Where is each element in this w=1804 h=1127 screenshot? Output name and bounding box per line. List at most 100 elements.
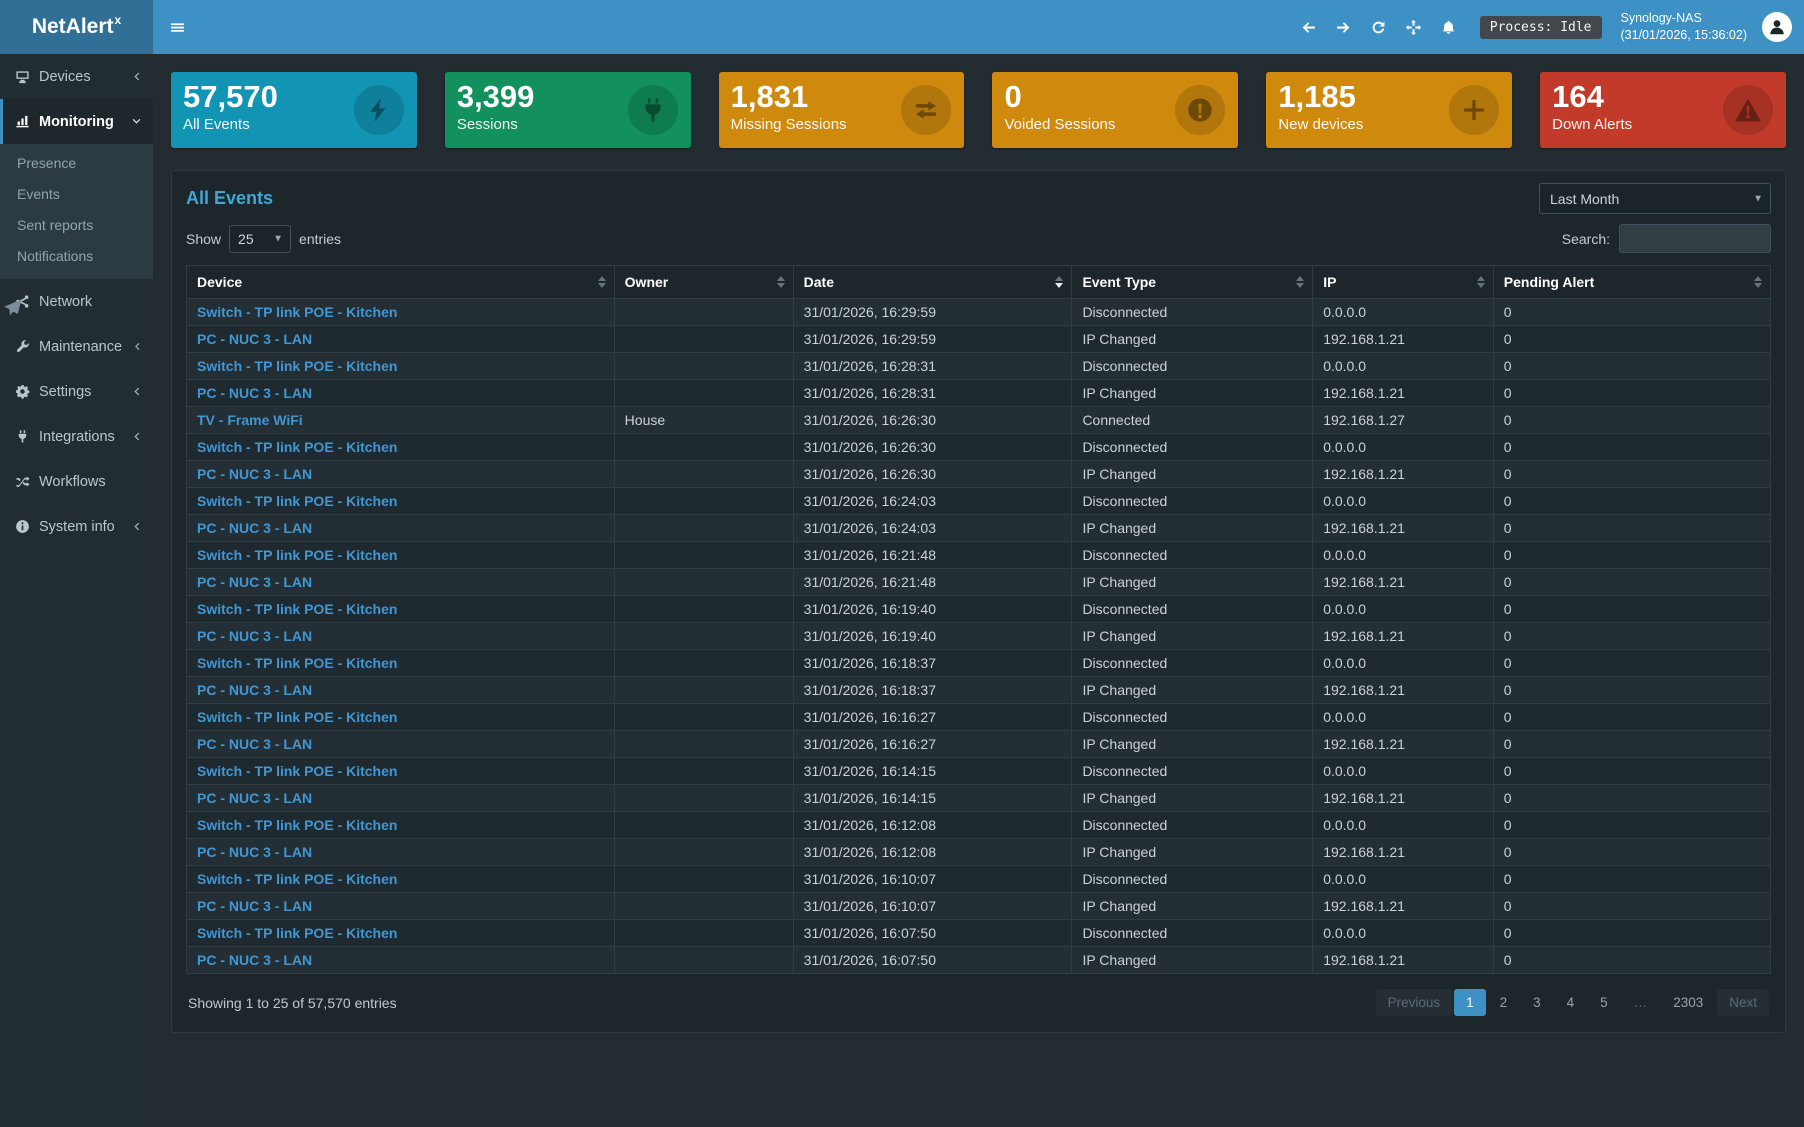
device-link[interactable]: PC - NUC 3 - LAN: [197, 628, 312, 644]
device-link[interactable]: Switch - TP link POE - Kitchen: [197, 304, 397, 320]
stat-card-missing-sessions[interactable]: 1,831Missing Sessions: [719, 72, 965, 148]
device-link[interactable]: PC - NUC 3 - LAN: [197, 844, 312, 860]
events-table: DeviceOwnerDateEvent TypeIPPending Alert…: [186, 265, 1771, 974]
device-link[interactable]: Switch - TP link POE - Kitchen: [197, 817, 397, 833]
cell-ip: 0.0.0.0: [1313, 866, 1494, 893]
sidebar-item-maintenance[interactable]: Maintenance: [0, 324, 153, 369]
cell-device: PC - NUC 3 - LAN: [187, 380, 615, 407]
user-avatar[interactable]: [1762, 12, 1792, 42]
submenu-item-presence[interactable]: Presence: [0, 147, 153, 178]
sidebar-item-integrations[interactable]: Integrations: [0, 414, 153, 459]
cell-event-type: IP Changed: [1072, 380, 1313, 407]
table-row: PC - NUC 3 - LAN31/01/2026, 16:18:37IP C…: [187, 677, 1771, 704]
column-header-owner[interactable]: Owner: [614, 266, 793, 299]
refresh-icon[interactable]: [1369, 17, 1389, 37]
device-link[interactable]: PC - NUC 3 - LAN: [197, 682, 312, 698]
device-link[interactable]: PC - NUC 3 - LAN: [197, 574, 312, 590]
sidebar-item-label: Workflows: [39, 474, 106, 490]
sidebar-item-monitoring[interactable]: Monitoring: [0, 99, 153, 144]
app-logo[interactable]: NetAlertx: [0, 0, 153, 54]
submenu-item-notifications[interactable]: Notifications: [0, 240, 153, 271]
device-link[interactable]: PC - NUC 3 - LAN: [197, 466, 312, 482]
device-link[interactable]: PC - NUC 3 - LAN: [197, 385, 312, 401]
table-row: PC - NUC 3 - LAN31/01/2026, 16:29:59IP C…: [187, 326, 1771, 353]
page-button-3[interactable]: 3: [1521, 989, 1553, 1016]
integrations-icon: [15, 429, 30, 444]
column-header-pending-alert[interactable]: Pending Alert: [1493, 266, 1770, 299]
device-link[interactable]: Switch - TP link POE - Kitchen: [197, 655, 397, 671]
period-select[interactable]: Last Month: [1539, 183, 1771, 214]
column-header-date[interactable]: Date: [793, 266, 1072, 299]
device-link[interactable]: Switch - TP link POE - Kitchen: [197, 439, 397, 455]
cell-device: Switch - TP link POE - Kitchen: [187, 434, 615, 461]
device-link[interactable]: Switch - TP link POE - Kitchen: [197, 871, 397, 887]
stat-card-voided-sessions[interactable]: 0Voided Sessions: [992, 72, 1238, 148]
stat-card-new-devices[interactable]: 1,185New devices: [1266, 72, 1512, 148]
cell-ip: 0.0.0.0: [1313, 920, 1494, 947]
sidebar-item-label: Network: [39, 294, 92, 310]
period-select-wrap: Last Month ▼: [1539, 183, 1771, 214]
device-link[interactable]: Switch - TP link POE - Kitchen: [197, 358, 397, 374]
cell-pending-alert: 0: [1493, 380, 1770, 407]
cell-date: 31/01/2026, 16:26:30: [793, 434, 1072, 461]
topbar: NetAlertx Process: Idle Synology-NAS (31…: [0, 0, 1804, 54]
forward-icon[interactable]: [1334, 17, 1354, 37]
device-link[interactable]: Switch - TP link POE - Kitchen: [197, 925, 397, 941]
page-button-2303[interactable]: 2303: [1661, 989, 1715, 1016]
page-button-4[interactable]: 4: [1555, 989, 1587, 1016]
page-button-5[interactable]: 5: [1588, 989, 1620, 1016]
sidebar-item-workflows[interactable]: Workflows: [0, 459, 153, 504]
cell-date: 31/01/2026, 16:16:27: [793, 704, 1072, 731]
device-link[interactable]: PC - NUC 3 - LAN: [197, 520, 312, 536]
stat-card-sessions[interactable]: 3,399Sessions: [445, 72, 691, 148]
device-link[interactable]: Switch - TP link POE - Kitchen: [197, 601, 397, 617]
device-link[interactable]: Switch - TP link POE - Kitchen: [197, 709, 397, 725]
cell-ip: 192.168.1.21: [1313, 785, 1494, 812]
cell-ip: 192.168.1.21: [1313, 569, 1494, 596]
column-header-device[interactable]: Device: [187, 266, 615, 299]
column-header-ip[interactable]: IP: [1313, 266, 1494, 299]
cell-ip: 192.168.1.21: [1313, 623, 1494, 650]
device-link[interactable]: PC - NUC 3 - LAN: [197, 952, 312, 968]
cell-device: PC - NUC 3 - LAN: [187, 326, 615, 353]
cell-event-type: Disconnected: [1072, 704, 1313, 731]
page-length-select[interactable]: 25: [229, 225, 291, 253]
cell-device: Switch - TP link POE - Kitchen: [187, 704, 615, 731]
device-link[interactable]: TV - Frame WiFi: [197, 412, 303, 428]
sidebar-item-label: Maintenance: [39, 339, 122, 355]
cell-device: Switch - TP link POE - Kitchen: [187, 866, 615, 893]
device-link[interactable]: PC - NUC 3 - LAN: [197, 331, 312, 347]
cell-event-type: IP Changed: [1072, 893, 1313, 920]
device-link[interactable]: Switch - TP link POE - Kitchen: [197, 493, 397, 509]
device-link[interactable]: Switch - TP link POE - Kitchen: [197, 763, 397, 779]
cell-date: 31/01/2026, 16:21:48: [793, 542, 1072, 569]
bell-icon[interactable]: [1439, 17, 1459, 37]
sidebar-item-settings[interactable]: Settings: [0, 369, 153, 414]
stat-card-all-events[interactable]: 57,570All Events: [171, 72, 417, 148]
cell-event-type: IP Changed: [1072, 569, 1313, 596]
search-input[interactable]: [1619, 224, 1771, 253]
cell-date: 31/01/2026, 16:10:07: [793, 893, 1072, 920]
hamburger-icon[interactable]: [167, 17, 187, 37]
column-header-event-type[interactable]: Event Type: [1072, 266, 1313, 299]
move-icon[interactable]: [1404, 17, 1424, 37]
back-icon[interactable]: [1299, 17, 1319, 37]
sidebar-item-network[interactable]: Network: [0, 279, 153, 324]
device-link[interactable]: Switch - TP link POE - Kitchen: [197, 547, 397, 563]
cell-pending-alert: 0: [1493, 920, 1770, 947]
next-button[interactable]: Next: [1717, 989, 1769, 1016]
submenu-item-sent-reports[interactable]: Sent reports: [0, 209, 153, 240]
sidebar-item-system-info[interactable]: System info: [0, 504, 153, 549]
stat-card-down-alerts[interactable]: 164Down Alerts: [1540, 72, 1786, 148]
previous-button[interactable]: Previous: [1376, 989, 1453, 1016]
sidebar: DevicesMonitoringPresenceEventsSent repo…: [0, 54, 153, 1127]
table-row: Switch - TP link POE - Kitchen31/01/2026…: [187, 758, 1771, 785]
sidebar-item-devices[interactable]: Devices: [0, 54, 153, 99]
page-button-1[interactable]: 1: [1454, 989, 1486, 1016]
device-link[interactable]: PC - NUC 3 - LAN: [197, 736, 312, 752]
cell-owner: [614, 623, 793, 650]
device-link[interactable]: PC - NUC 3 - LAN: [197, 790, 312, 806]
page-button-2[interactable]: 2: [1488, 989, 1520, 1016]
submenu-item-events[interactable]: Events: [0, 178, 153, 209]
device-link[interactable]: PC - NUC 3 - LAN: [197, 898, 312, 914]
